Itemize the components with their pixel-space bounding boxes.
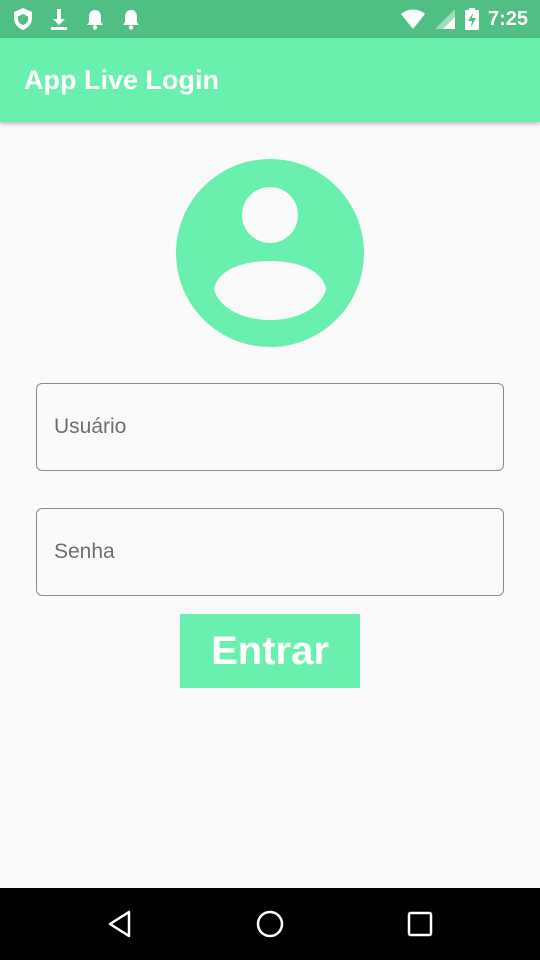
- username-field[interactable]: [36, 383, 504, 471]
- username-input[interactable]: [54, 384, 503, 470]
- status-time: 7:25: [487, 7, 528, 30]
- app-bar: App Live Login: [0, 38, 540, 122]
- home-icon[interactable]: [252, 906, 288, 942]
- login-button[interactable]: Entrar: [180, 614, 360, 688]
- bell-icon: [84, 7, 106, 31]
- status-bar: 7:25: [0, 0, 540, 38]
- signal-icon: [434, 8, 456, 30]
- status-system: 7:25: [400, 7, 528, 31]
- download-icon: [48, 7, 70, 31]
- password-field[interactable]: [36, 508, 504, 596]
- bell-icon: [120, 7, 142, 31]
- shield-icon: [12, 7, 34, 31]
- wifi-icon: [400, 8, 426, 30]
- password-input[interactable]: [54, 509, 503, 595]
- navigation-bar: [0, 888, 540, 960]
- status-notifications: [12, 7, 142, 31]
- back-icon[interactable]: [102, 906, 138, 942]
- battery-icon: [464, 7, 480, 31]
- account-circle-icon: [176, 159, 364, 347]
- recents-icon[interactable]: [402, 906, 438, 942]
- app-title: App Live Login: [24, 64, 219, 95]
